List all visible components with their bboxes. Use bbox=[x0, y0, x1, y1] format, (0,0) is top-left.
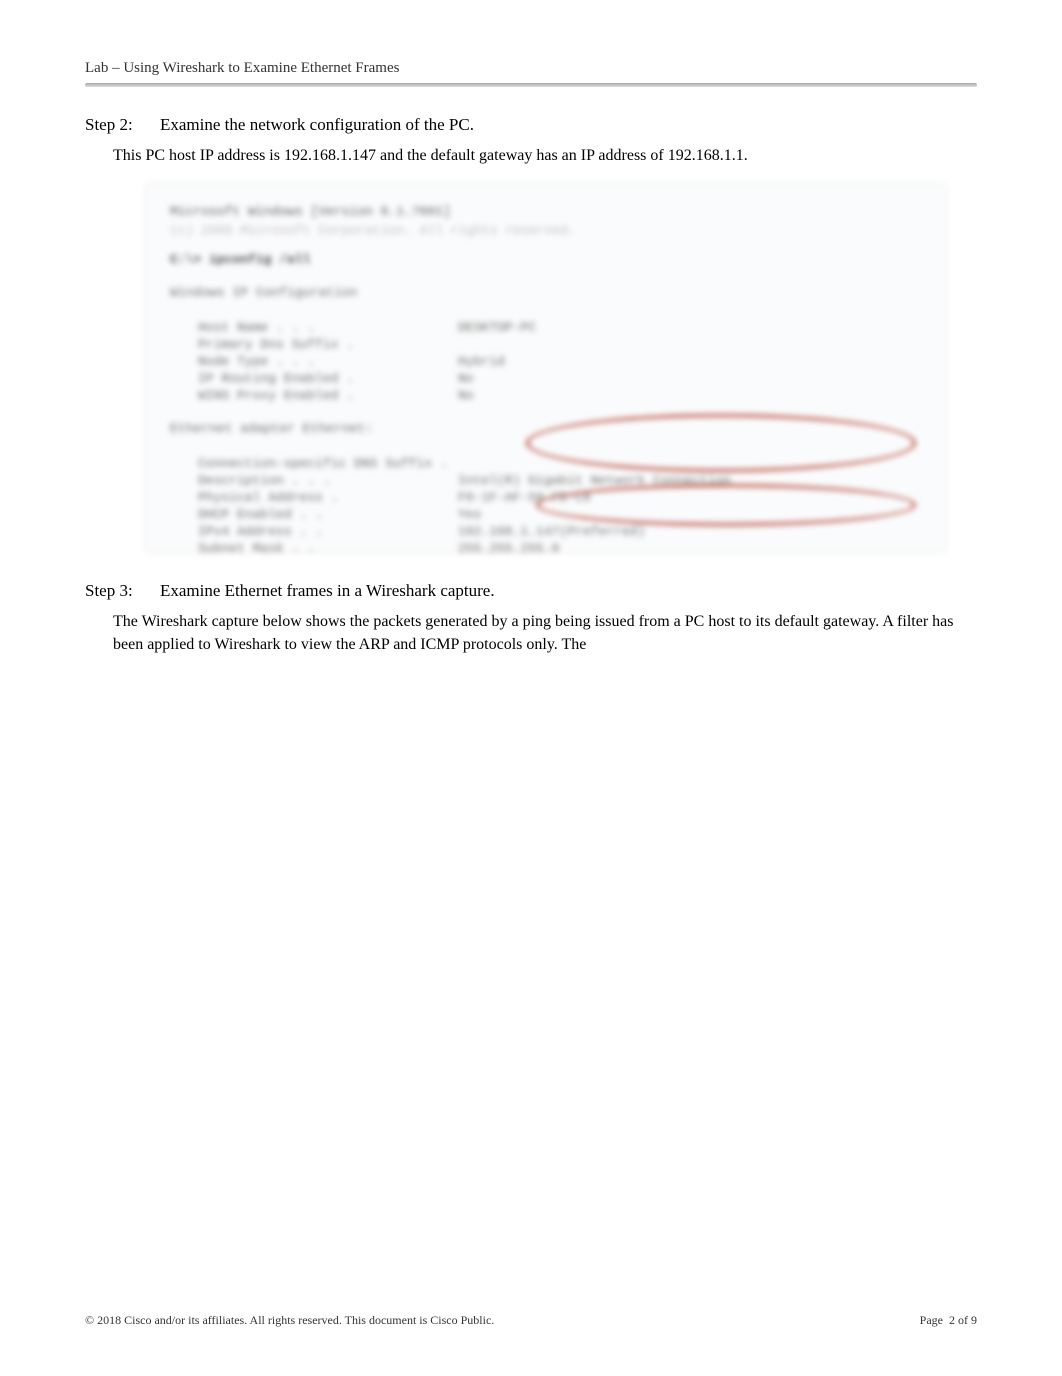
ss-v: Intel(R) Gigabit Network Connection bbox=[458, 473, 731, 488]
ipconfig-screenshot: Microsoft Windows [Version 6.1.7601] (c)… bbox=[145, 183, 947, 553]
footer-page-total: 9 bbox=[971, 1313, 977, 1327]
ss-v: DESKTOP-PC bbox=[458, 320, 536, 335]
ss-block2: Connection-specific DNS Suffix . Descrip… bbox=[170, 456, 922, 553]
ss-line1: Microsoft Windows [Version 6.1.7601] bbox=[170, 204, 922, 219]
ss-v: Hybrid bbox=[458, 354, 505, 369]
ss-v: 192.168.1.147(Preferred) bbox=[458, 524, 645, 539]
page-footer: © 2018 Cisco and/or its affiliates. All … bbox=[85, 1313, 977, 1328]
step-3-title: Examine Ethernet frames in a Wireshark c… bbox=[160, 581, 495, 601]
footer-page-num: 2 bbox=[949, 1313, 955, 1327]
step-2-body: This PC host IP address is 192.168.1.147… bbox=[113, 145, 977, 167]
ss-v: 255.255.255.0 bbox=[458, 541, 559, 553]
ss-r: IPv4 Address . . bbox=[198, 524, 458, 539]
footer-copyright: © 2018 Cisco and/or its affiliates. All … bbox=[85, 1313, 494, 1328]
footer-page-label: Page bbox=[920, 1313, 943, 1327]
ss-block1: Host Name . . .DESKTOP-PC Primary Dns Su… bbox=[170, 320, 922, 403]
ss-v: Yes bbox=[458, 507, 481, 522]
ss-r: Physical Address . bbox=[198, 490, 458, 505]
footer-page-of: of bbox=[958, 1313, 968, 1327]
step-3-heading: Step 3: Examine Ethernet frames in a Wir… bbox=[85, 581, 977, 601]
header-divider bbox=[85, 83, 977, 87]
ss-r: Subnet Mask . . bbox=[198, 541, 458, 553]
ss-r: DHCP Enabled . . bbox=[198, 507, 458, 522]
page-header: Lab – Using Wireshark to Examine Etherne… bbox=[85, 60, 977, 77]
footer-pagination: Page 2 of 9 bbox=[920, 1313, 977, 1328]
step-2-label: Step 2: bbox=[85, 115, 160, 135]
ss-heading1: Windows IP Configuration bbox=[170, 285, 922, 300]
step-2-heading: Step 2: Examine the network configuratio… bbox=[85, 115, 977, 135]
ss-v: No bbox=[458, 371, 474, 386]
step-3-body: The Wireshark capture below shows the pa… bbox=[113, 611, 977, 656]
ss-r: Connection-specific DNS Suffix . bbox=[198, 456, 458, 471]
step-2-title: Examine the network configuration of the… bbox=[160, 115, 474, 135]
ss-v: No bbox=[458, 388, 474, 403]
ss-r: Node Type . . . bbox=[198, 354, 458, 369]
ss-line2: (c) 2009 Microsoft Corporation. All righ… bbox=[170, 223, 922, 238]
step-3-label: Step 3: bbox=[85, 581, 160, 601]
ss-r: IP Routing Enabled . bbox=[198, 371, 458, 386]
ss-r: Description . . . bbox=[198, 473, 458, 488]
ss-r: Host Name . . . bbox=[198, 320, 458, 335]
ss-r: Primary Dns Suffix . bbox=[198, 337, 458, 352]
ss-v: F0-1F-AF-50-FD-C8 bbox=[458, 490, 591, 505]
ss-heading2: Ethernet adapter Ethernet: bbox=[170, 421, 922, 436]
ss-prompt: C:\> ipconfig /all bbox=[170, 252, 922, 267]
ss-r: WINS Proxy Enabled . bbox=[198, 388, 458, 403]
